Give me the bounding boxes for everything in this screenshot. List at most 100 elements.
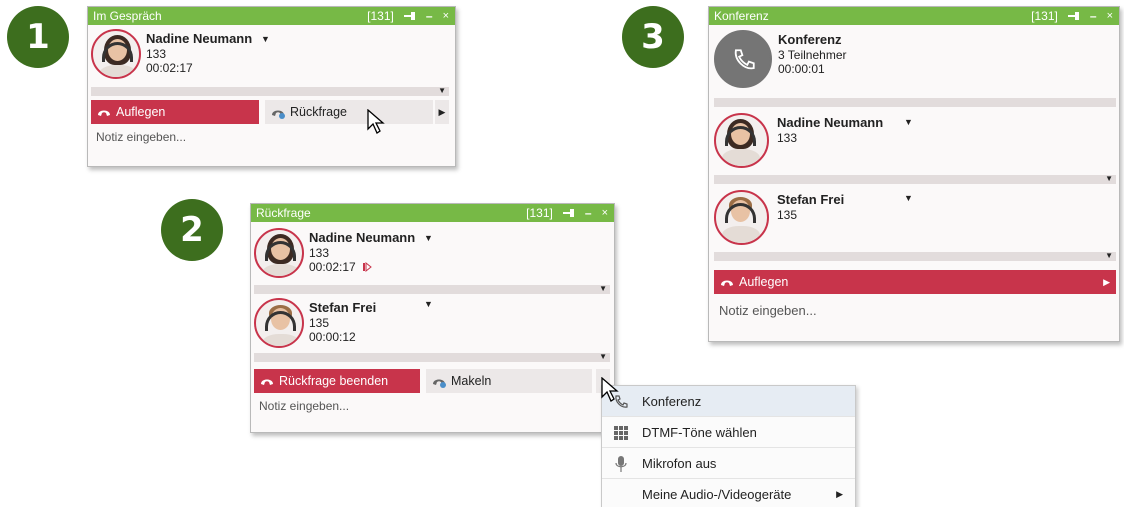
chevron-down-icon[interactable]: ▼	[904, 117, 913, 127]
minimize-button[interactable]: –	[1090, 7, 1097, 25]
contact-card: Stefan Frei 135 00:00:12	[254, 298, 376, 348]
more-options-menu: Konferenz DTMF-Töne wählen Mikrofon aus …	[601, 385, 856, 507]
line-indicator: [131]	[1031, 9, 1058, 23]
avatar	[91, 29, 141, 79]
hold-icon	[362, 262, 372, 272]
window-title: Rückfrage	[256, 206, 311, 220]
contact-name: Nadine Neumann	[777, 115, 884, 130]
call-window-conference: Konferenz [131] – × Konferenz 3 Teilnehm…	[708, 6, 1120, 342]
step-badge-1: 1	[7, 6, 69, 68]
microphone-icon	[615, 456, 627, 472]
expand-bar[interactable]: ▼	[714, 174, 1116, 184]
note-input[interactable]: Notiz eingeben...	[259, 399, 349, 413]
call-window-consult: Rückfrage [131] – × Nadine Neumann 133 0…	[250, 203, 615, 433]
contact-card: Nadine Neumann 133 00:02:17	[254, 228, 415, 278]
contact-name: Stefan Frei	[777, 192, 845, 207]
minimize-button[interactable]: –	[426, 7, 433, 25]
consult-button[interactable]: Rückfrage	[265, 100, 433, 124]
call-duration: 00:00:01	[778, 62, 825, 76]
chevron-right-icon[interactable]: ▶	[1103, 270, 1110, 294]
mouse-cursor-icon	[601, 377, 619, 402]
menu-item-dtmf[interactable]: DTMF-Töne wählen	[602, 417, 855, 448]
consult-phone-icon	[272, 110, 285, 119]
menu-item-label: Mikrofon aus	[642, 456, 717, 471]
line-indicator: [131]	[367, 9, 394, 23]
toggle-phone-icon	[433, 379, 446, 388]
hangup-button[interactable]: Auflegen	[91, 100, 259, 124]
menu-item-label: DTMF-Töne wählen	[642, 425, 757, 440]
submenu-arrow-icon: ▶	[836, 489, 843, 499]
window-title: Konferenz	[714, 9, 769, 23]
hangup-icon	[721, 280, 733, 286]
toggle-calls-label: Makeln	[451, 374, 492, 388]
mouse-cursor-icon	[367, 109, 385, 134]
expand-bar[interactable]: ▼	[254, 284, 610, 294]
end-consult-button[interactable]: Rückfrage beenden	[254, 369, 420, 393]
hangup-label: Auflegen	[739, 275, 789, 289]
contact-number: 133	[146, 47, 167, 61]
titlebar: Konferenz [131] – ×	[709, 7, 1119, 25]
avatar	[714, 113, 769, 168]
note-input[interactable]: Notiz eingeben...	[96, 130, 186, 144]
note-input[interactable]: Notiz eingeben...	[719, 303, 817, 318]
expand-bar[interactable]: ▼	[714, 251, 1116, 261]
avatar	[254, 228, 304, 278]
menu-item-conference[interactable]: Konferenz	[602, 386, 855, 417]
toggle-calls-button[interactable]: Makeln	[426, 369, 592, 393]
contact-name: Stefan Frei	[309, 300, 377, 315]
chevron-down-icon[interactable]: ▼	[424, 299, 433, 309]
conference-avatar	[714, 30, 772, 88]
contact-card: Stefan Frei 135	[714, 190, 844, 245]
menu-item-label: Konferenz	[642, 394, 702, 409]
close-button[interactable]: ×	[602, 204, 608, 222]
chevron-down-icon[interactable]: ▼	[904, 193, 913, 203]
titlebar: Rückfrage [131] – ×	[251, 204, 614, 222]
window-title: Im Gespräch	[93, 9, 162, 23]
more-options-button[interactable]: ▶	[435, 100, 449, 124]
contact-number: 135	[777, 208, 798, 222]
hangup-icon	[98, 110, 110, 116]
conference-card: Konferenz 3 Teilnehmer 00:00:01	[714, 30, 846, 88]
step-badge-2: 2	[161, 199, 223, 261]
line-indicator: [131]	[526, 206, 553, 220]
contact-name: Nadine Neumann	[309, 230, 416, 245]
contact-card: Nadine Neumann 133 00:02:17	[91, 29, 252, 79]
participant-count: 3 Teilnehmer	[778, 48, 847, 62]
pin-icon[interactable]	[403, 12, 416, 20]
hangup-icon	[261, 379, 273, 385]
call-duration: 00:02:17	[146, 61, 193, 75]
contact-number: 133	[777, 131, 798, 145]
chevron-down-icon[interactable]: ▼	[261, 34, 270, 44]
expand-bar[interactable]: ▼	[91, 86, 449, 96]
conference-phone-icon	[734, 49, 755, 70]
menu-item-devices[interactable]: Meine Audio-/Videogeräte ▶	[602, 479, 855, 507]
contact-number: 135	[309, 316, 330, 330]
end-consult-label: Rückfrage beenden	[279, 374, 389, 388]
avatar	[254, 298, 304, 348]
call-duration: 00:00:12	[309, 330, 356, 344]
contact-name: Nadine Neumann	[146, 31, 253, 46]
chevron-down-icon[interactable]: ▼	[424, 233, 433, 243]
pin-icon[interactable]	[1067, 12, 1080, 20]
conference-name: Konferenz	[778, 32, 842, 47]
step-badge-3: 3	[622, 6, 684, 68]
menu-item-label: Meine Audio-/Videogeräte	[642, 487, 792, 502]
call-duration: 00:02:17	[309, 260, 356, 274]
menu-item-mute[interactable]: Mikrofon aus	[602, 448, 855, 479]
minimize-button[interactable]: –	[585, 204, 592, 222]
contact-card: Nadine Neumann 133	[714, 113, 883, 168]
expand-bar[interactable]: ▼	[254, 352, 610, 362]
hangup-label: Auflegen	[116, 105, 166, 119]
pin-icon[interactable]	[562, 209, 575, 217]
keypad-icon	[614, 426, 628, 440]
hangup-button[interactable]: Auflegen ▶	[714, 270, 1116, 294]
contact-number: 133	[309, 246, 330, 260]
avatar	[714, 190, 769, 245]
close-button[interactable]: ×	[1107, 7, 1113, 25]
consult-label: Rückfrage	[290, 105, 347, 119]
action-buttons: Rückfrage beenden Makeln	[254, 369, 610, 393]
action-buttons: Auflegen ▶	[714, 270, 1116, 294]
titlebar: Im Gespräch [131] – ×	[88, 7, 455, 25]
close-button[interactable]: ×	[443, 7, 449, 25]
action-buttons: Auflegen Rückfrage ▶	[91, 100, 449, 124]
